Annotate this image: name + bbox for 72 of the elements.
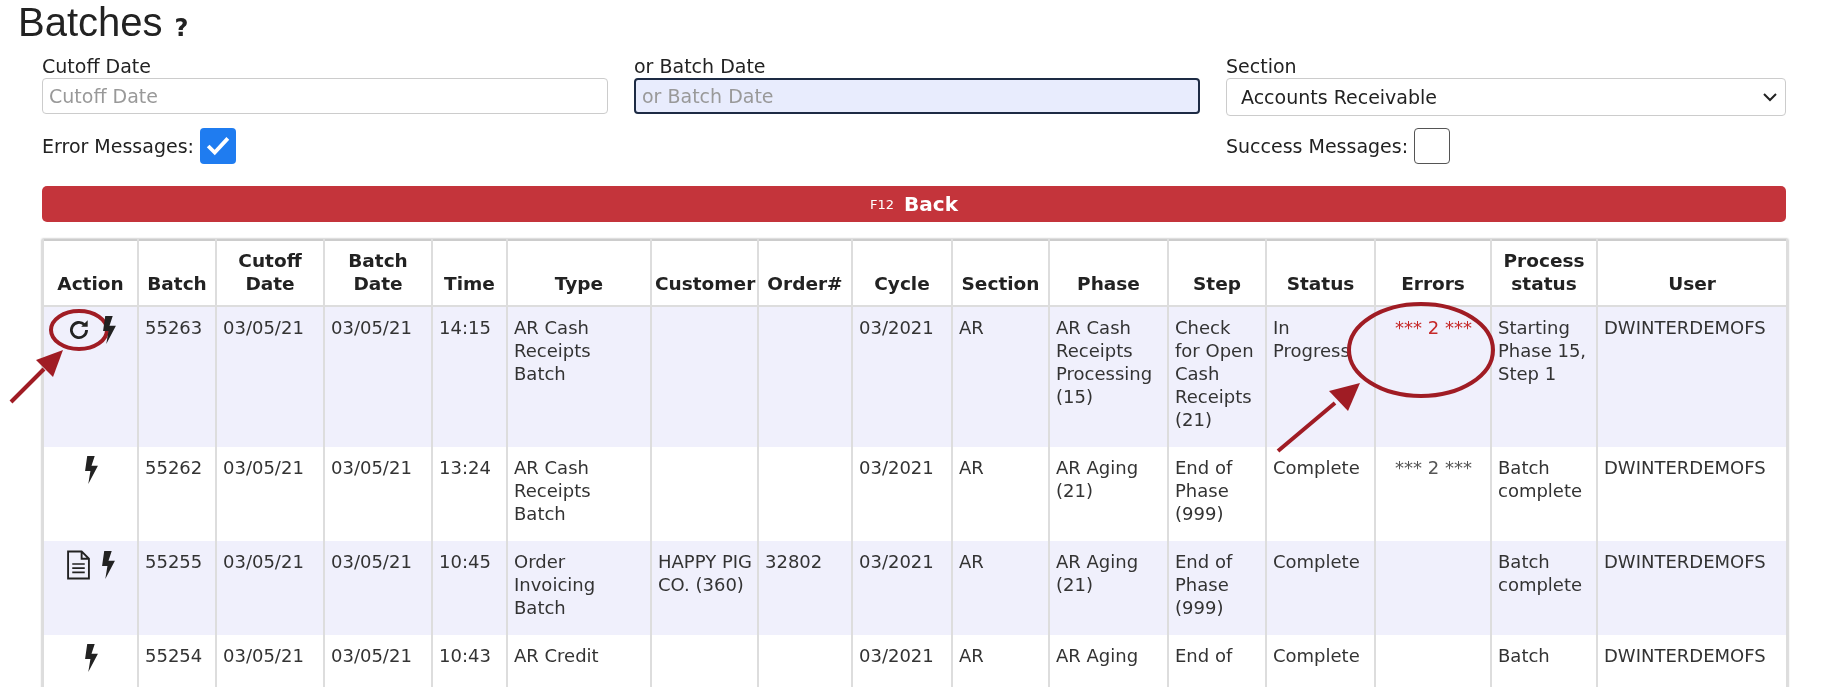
step-cell: End of Phase (999) — [1175, 551, 1233, 618]
errors-count: *** 2 *** — [1395, 456, 1472, 479]
type-cell: AR Cash Receipts Batch — [514, 317, 591, 384]
chevron-down-icon — [1763, 92, 1777, 102]
process-status-cell: Batch — [1498, 645, 1550, 666]
checkmark-icon — [205, 136, 230, 156]
batch-date-field[interactable]: or Batch Date — [634, 78, 1200, 114]
section-cell: AR — [959, 645, 984, 666]
document-icon[interactable] — [66, 550, 91, 580]
errors-count: *** 2 *** — [1395, 316, 1472, 339]
type-cell: AR Credit — [514, 645, 599, 666]
checkbox-label: Error Messages: — [42, 135, 194, 157]
user-cell: DWINTERDEMOFS — [1604, 645, 1766, 666]
order-cell: 32802 — [765, 551, 823, 572]
status-cell: Complete — [1273, 551, 1360, 572]
lightning-icon[interactable] — [101, 316, 117, 344]
field-label: Section — [1226, 55, 1298, 77]
process-status-cell: Batch complete — [1498, 457, 1583, 501]
field-label: or Batch Date — [634, 55, 767, 77]
phase-cell: AR Aging (21) — [1056, 457, 1139, 501]
field-label: Cutoff Date — [42, 55, 152, 77]
batch-cell: 55263 — [145, 317, 203, 338]
user-cell: DWINTERDEMOFS — [1604, 457, 1766, 478]
batch-cell: 55262 — [145, 457, 203, 478]
help-link[interactable]: ? — [174, 14, 189, 42]
cutoff-date-field[interactable]: Cutoff Date — [42, 78, 608, 114]
checkbox-label: Success Messages: — [1226, 135, 1409, 157]
section-cell: AR — [959, 317, 984, 338]
status-cell: Complete — [1273, 457, 1360, 478]
annotation-circle — [47, 308, 110, 352]
cycle-cell: 03/2021 — [859, 551, 934, 572]
process-status-cell: Starting Phase 15, Step 1 — [1498, 317, 1587, 384]
lightning-icon[interactable] — [83, 644, 99, 672]
type-cell: Order Invoicing Batch — [514, 551, 596, 618]
user-cell: DWINTERDEMOFS — [1604, 317, 1766, 338]
phase-cell: AR Aging — [1056, 645, 1139, 666]
lightning-icon[interactable] — [101, 551, 116, 579]
section-select[interactable]: Accounts Receivable — [1226, 78, 1786, 116]
lightning-icon[interactable] — [83, 456, 99, 484]
section-cell: AR — [959, 551, 984, 572]
time-cell: 10:43 — [439, 645, 491, 666]
batch-cell: 55254 — [145, 645, 203, 666]
step-cell: Check for Open Cash Receipts (21) — [1175, 317, 1254, 430]
date-cell: 03/05/21 — [331, 457, 412, 478]
time-cell: 14:15 — [439, 317, 491, 338]
cycle-cell: 03/2021 — [859, 457, 934, 478]
date-cell: 03/05/21 — [223, 317, 304, 338]
step-cell: End of Phase (999) — [1175, 457, 1233, 524]
time-cell: 10:45 — [439, 551, 491, 572]
date-cell: 03/05/21 — [223, 551, 304, 572]
date-cell: 03/05/21 — [223, 457, 304, 478]
back-button[interactable]: F12 Back — [42, 186, 1786, 222]
phase-cell: AR Cash Receipts Processing (15) — [1056, 317, 1153, 407]
process-status-cell: Batch complete — [1498, 551, 1583, 595]
step-cell: End of — [1175, 645, 1233, 666]
cycle-cell: 03/2021 — [859, 317, 934, 338]
user-cell: DWINTERDEMOFS — [1604, 551, 1766, 572]
date-cell: 03/05/21 — [331, 551, 412, 572]
date-cell: 03/05/21 — [223, 645, 304, 666]
success-messages-checkbox[interactable] — [1414, 128, 1451, 164]
customer-cell: HAPPY PIG CO. (360) — [658, 551, 752, 595]
cycle-cell: 03/2021 — [859, 645, 934, 666]
phase-cell: AR Aging (21) — [1056, 551, 1139, 595]
time-cell: 13:24 — [439, 457, 491, 478]
date-cell: 03/05/21 — [331, 317, 412, 338]
date-cell: 03/05/21 — [331, 645, 412, 666]
batch-cell: 55255 — [145, 551, 203, 572]
section-cell: AR — [959, 457, 984, 478]
error-messages-checkbox[interactable] — [199, 128, 236, 164]
type-cell: AR Cash Receipts Batch — [514, 457, 591, 524]
page-title: Batches — [18, 0, 163, 44]
status-cell: Complete — [1273, 645, 1360, 666]
